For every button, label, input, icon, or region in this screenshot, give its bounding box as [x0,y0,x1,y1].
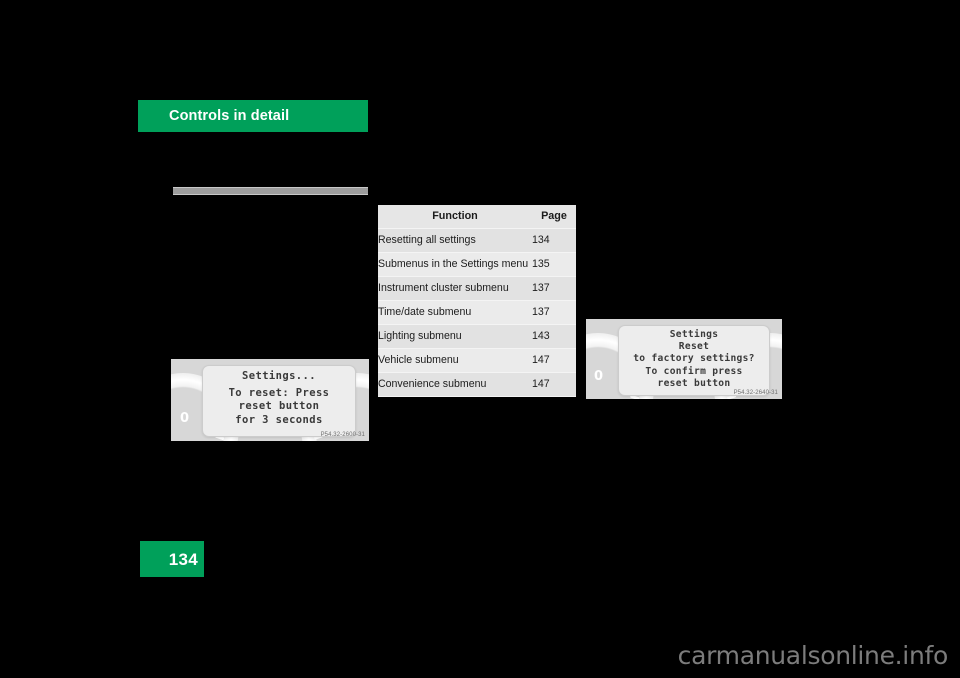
table-row[interactable]: Instrument cluster submenu 137 [378,276,576,301]
display-line: reset button [238,400,320,412]
cell-function: Time/date submenu [378,300,532,325]
cell-function: Vehicle submenu [378,348,532,373]
document-page: Controls in detail Function Page Resetti… [0,0,960,678]
cell-page: 137 [532,276,576,301]
site-watermark: carmanualsonline.info [677,641,949,670]
table-row[interactable]: Lighting submenu 143 [378,324,576,349]
display-line: to factory settings? [633,353,755,365]
display-line: Settings... [242,370,316,382]
display-line: Reset [678,341,710,353]
chapter-banner: Controls in detail [138,100,368,132]
chapter-title: Controls in detail [169,108,290,124]
cell-page: 137 [532,300,576,325]
page-number-block: 134 [140,541,204,577]
column-header-function: Function [378,205,532,229]
display-line: reset button [657,377,731,389]
table-header-row: Function Page [378,205,576,229]
table-row[interactable]: Vehicle submenu 147 [378,348,576,373]
cell-function: Resetting all settings [378,228,532,253]
dial-zero-label: 0 [594,369,604,384]
cell-page: 134 [532,228,576,253]
table-body: Resetting all settings 134 Submenus in t… [378,228,576,397]
column-header-page: Page [532,205,576,229]
cell-page: 143 [532,324,576,349]
table-row[interactable]: Convenience submenu 147 [378,372,576,397]
figure-reference-code: P54.32-2640-31 [733,390,778,396]
display-line: To confirm press [645,365,743,377]
table-row[interactable]: Time/date submenu 137 [378,300,576,325]
instrument-cluster-figure-left: 0 Settings... To reset: Press reset butt… [171,359,369,441]
display-line: To reset: Press [228,386,330,399]
section-divider-rule [173,187,368,195]
page-number: 134 [168,550,198,569]
dial-zero-label: 0 [180,411,190,426]
cell-page: 135 [532,252,576,277]
cluster-display-panel: Settings... To reset: Press reset button… [202,365,356,437]
instrument-cluster-figure-right: 0 Settings Reset to factory settings? To… [586,319,782,399]
cell-function: Lighting submenu [378,324,532,349]
cell-function: Instrument cluster submenu [378,276,532,301]
cell-page: 147 [532,348,576,373]
cell-function: Convenience submenu [378,372,532,397]
display-line: for 3 seconds [235,413,323,426]
cell-function: Submenus in the Settings menu [378,252,532,277]
display-line: Settings [669,329,719,340]
table-row[interactable]: Submenus in the Settings menu 135 [378,252,576,277]
cell-page: 147 [532,372,576,397]
figure-reference-code: P54.32-2600-31 [320,432,365,438]
cluster-display-panel: Settings Reset to factory settings? To c… [618,325,770,396]
function-page-table: Function Page Resetting all settings 134… [378,205,576,397]
table-row[interactable]: Resetting all settings 134 [378,228,576,253]
